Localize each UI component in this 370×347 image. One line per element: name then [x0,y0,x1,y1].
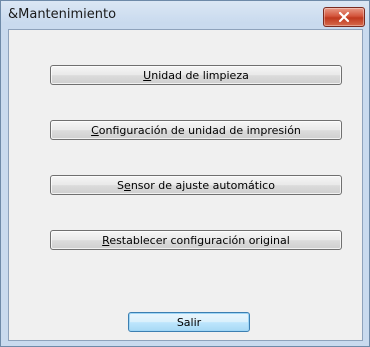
auto-adjust-sensor-label: Sensor de ajuste automático [117,178,275,192]
auto-adjust-sensor-button[interactable]: Sensor de ajuste automático [50,175,342,195]
maintenance-dialog: &Mantenimiento Unidad de limpieza Config… [0,0,370,347]
restore-defaults-button[interactable]: Restablecer configuración original [50,230,342,250]
title-bar[interactable]: &Mantenimiento [1,1,369,29]
print-unit-config-label: Configuración de unidad de impresión [91,123,301,137]
restore-defaults-label: Restablecer configuración original [102,233,290,247]
exit-button[interactable]: Salir [128,312,250,332]
cleaning-unit-button[interactable]: Unidad de limpieza [50,65,342,85]
close-icon [338,11,350,23]
window-title: &Mantenimiento [8,7,117,22]
dialog-content: Unidad de limpieza Configuración de unid… [8,29,363,341]
exit-button-label: Salir [176,315,202,329]
print-unit-config-button[interactable]: Configuración de unidad de impresión [50,120,342,140]
cleaning-unit-label: Unidad de limpieza [143,68,249,82]
close-button[interactable] [323,7,365,27]
